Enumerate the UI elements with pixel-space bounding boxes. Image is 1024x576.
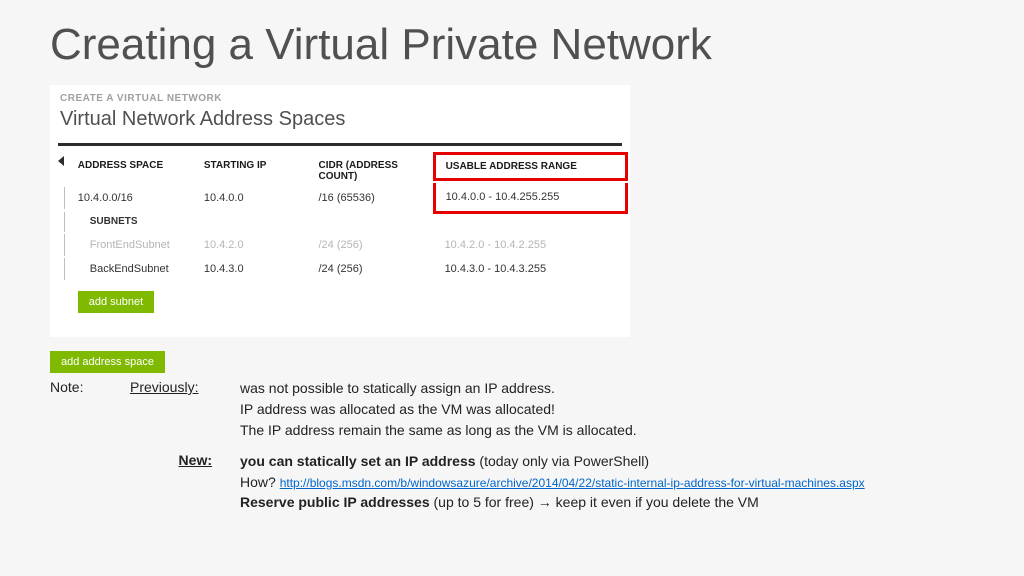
add-address-space-button[interactable]: add address space — [50, 351, 165, 373]
subheading: Virtual Network Address Spaces — [58, 108, 622, 143]
note-text: How? http://blogs.msdn.com/b/windowsazur… — [240, 473, 974, 492]
divider — [58, 143, 622, 146]
usable-range-highlight: USABLE ADDRESS RANGE — [433, 152, 628, 181]
collapse-icon[interactable] — [58, 156, 64, 166]
subnet-start: 10.4.2.0 — [198, 233, 313, 257]
cell-starting-ip: 10.4.0.0 — [198, 186, 313, 210]
note-text: IP address was allocated as the VM was a… — [240, 400, 974, 419]
subnet-cidr: /24 (256) — [312, 233, 438, 257]
note-span: (today only via PowerShell) — [476, 453, 650, 469]
note-bold: Reserve public IP addresses — [240, 494, 430, 510]
subnet-name: FrontEndSubnet — [72, 233, 198, 257]
subnet-name: BackEndSubnet — [72, 257, 198, 281]
subnet-row: BackEndSubnet 10.4.3.0 /24 (256) 10.4.3.… — [58, 257, 622, 281]
subnets-header-row: SUBNETS — [58, 210, 622, 233]
note-bold: you can statically set an IP address — [240, 453, 476, 469]
arrow-icon: → — [538, 494, 552, 510]
eyebrow: CREATE A VIRTUAL NETWORK — [58, 93, 622, 108]
note-text: you can statically set an IP address (to… — [240, 452, 974, 471]
subnet-range: 10.4.3.0 - 10.4.3.255 — [439, 257, 622, 281]
cell-usable-range: 10.4.0.0 - 10.4.255.255 — [442, 187, 619, 207]
note-span: (up to 5 for free) — [430, 494, 538, 510]
subnet-start: 10.4.3.0 — [198, 257, 313, 281]
add-subnet-button[interactable]: add subnet — [78, 291, 154, 313]
note-text: The IP address remain the same as long a… — [240, 421, 974, 440]
subnets-label: SUBNETS — [72, 210, 622, 233]
address-space-row: 10.4.0.0/16 10.4.0.0 /16 (65536) 10.4.0.… — [58, 186, 622, 210]
howto-link[interactable]: http://blogs.msdn.com/b/windowsazure/arc… — [280, 476, 865, 490]
note-text: was not possible to statically assign an… — [240, 379, 974, 398]
page-title: Creating a Virtual Private Network — [50, 20, 974, 70]
previously-label: Previously: — [130, 379, 240, 442]
note-span: How? — [240, 474, 280, 490]
col-address-space: ADDRESS SPACE — [72, 156, 198, 186]
note-span: keep it even if you delete the VM — [552, 494, 759, 510]
col-cidr: CIDR (ADDRESS COUNT) — [312, 156, 438, 186]
subnet-cidr: /24 (256) — [312, 257, 438, 281]
col-starting-ip: STARTING IP — [198, 156, 313, 186]
note-label: Note: — [50, 379, 130, 442]
col-usable-range: USABLE ADDRESS RANGE — [442, 159, 619, 174]
new-label: New: — [130, 452, 240, 515]
address-space-table: ADDRESS SPACE STARTING IP CIDR (ADDRESS … — [58, 156, 622, 319]
cell-cidr: /16 (65536) — [312, 186, 438, 210]
cell-address-space: 10.4.0.0/16 — [72, 186, 198, 210]
subnet-row: FrontEndSubnet 10.4.2.0 /24 (256) 10.4.2… — [58, 233, 622, 257]
usable-range-highlight-cell: 10.4.0.0 - 10.4.255.255 — [433, 183, 628, 214]
table-header-row: ADDRESS SPACE STARTING IP CIDR (ADDRESS … — [58, 156, 622, 186]
note-text: Reserve public IP addresses (up to 5 for… — [240, 493, 974, 512]
notes-section: Note: Previously: was not possible to st… — [50, 379, 974, 514]
subnet-range: 10.4.2.0 - 10.4.2.255 — [439, 233, 622, 257]
vnet-card: CREATE A VIRTUAL NETWORK Virtual Network… — [50, 85, 630, 337]
